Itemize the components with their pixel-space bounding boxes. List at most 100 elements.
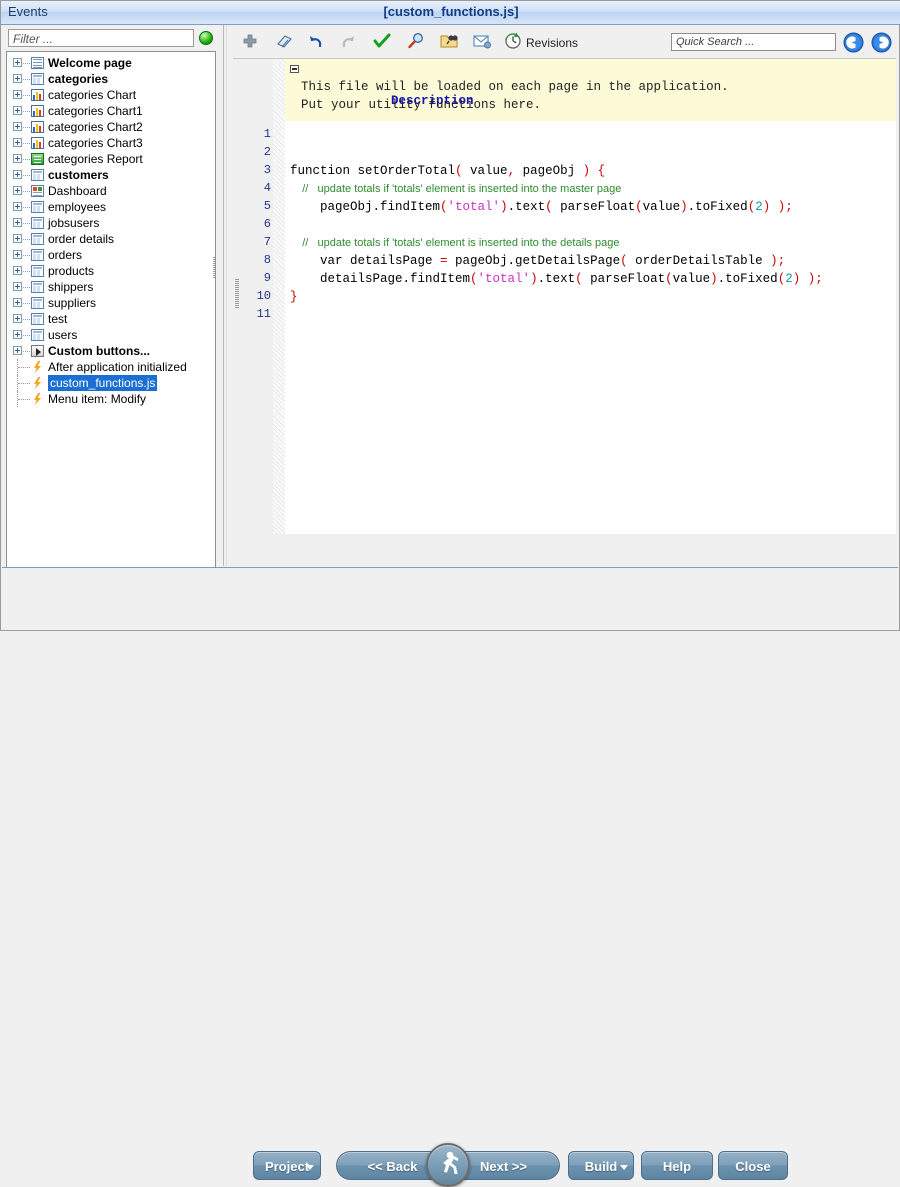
tree-item-categories-chart3[interactable]: categories Chart3 [7, 135, 215, 151]
line-number: 1 [233, 127, 271, 141]
code-area[interactable]: Description This file will be loaded on … [285, 59, 896, 534]
tree-item-label: Custom buttons... [48, 343, 150, 359]
code-token: .toFixed [718, 272, 778, 286]
tree-item-categories-chart[interactable]: categories Chart [7, 87, 215, 103]
revisions-label[interactable]: Revisions [526, 36, 578, 50]
check-icon[interactable] [372, 31, 394, 53]
code-editor[interactable]: 1234567891011 Description This file will… [233, 58, 896, 534]
back-button-label: << Back [368, 1159, 418, 1174]
tree-item-custom-functions-js[interactable]: custom_functions.js [7, 375, 215, 391]
expand-toggle-icon[interactable] [13, 170, 22, 179]
expand-toggle-icon[interactable] [13, 106, 22, 115]
build-chevron-down-icon[interactable] [620, 1165, 628, 1170]
expand-toggle-icon[interactable] [13, 330, 22, 339]
expand-toggle-icon[interactable] [13, 138, 22, 147]
tree-item-welcome-page[interactable]: Welcome page [7, 55, 215, 71]
events-tree[interactable]: Welcome pagecategoriescategories Chartca… [6, 51, 216, 569]
expand-toggle-icon[interactable] [13, 186, 22, 195]
runner-icon[interactable] [426, 1143, 470, 1187]
tree-item-menu-item-modify[interactable]: Menu item: Modify [7, 391, 215, 407]
tree-connector [23, 319, 30, 321]
tree-item-categories-report[interactable]: categories Report [7, 151, 215, 167]
expand-toggle-icon[interactable] [13, 314, 22, 323]
code-token: parseFloat [583, 272, 666, 286]
tree-connector [23, 63, 30, 65]
code-token: pageObj [515, 164, 583, 178]
expand-toggle-icon[interactable] [13, 282, 22, 291]
tree-item-label: categories Chart [48, 87, 136, 103]
clock-icon[interactable] [503, 31, 525, 53]
filter-input[interactable]: Filter ... [8, 29, 194, 47]
help-button[interactable]: Help [641, 1151, 713, 1180]
page-icon [31, 57, 44, 69]
tree-item-jobsusers[interactable]: jobsusers [7, 215, 215, 231]
tree-item-label: test [48, 311, 67, 327]
expand-toggle-icon[interactable] [13, 266, 22, 275]
expand-toggle-icon[interactable] [13, 74, 22, 83]
tree-item-custom-buttons[interactable]: Custom buttons... [7, 343, 215, 359]
tree-item-orders[interactable]: orders [7, 247, 215, 263]
mail-settings-icon[interactable] [472, 31, 494, 53]
fold-collapse-icon[interactable] [290, 65, 299, 73]
tree-item-categories-chart1[interactable]: categories Chart1 [7, 103, 215, 119]
tree-item-label: categories Report [48, 151, 143, 167]
code-token: ; [785, 200, 793, 214]
status-indicator-icon[interactable] [199, 31, 213, 45]
tree-item-categories[interactable]: categories [7, 71, 215, 87]
grid-icon [31, 201, 44, 213]
tree-vertical-grip[interactable] [212, 202, 216, 332]
expand-toggle-icon[interactable] [13, 154, 22, 163]
chevron-down-icon[interactable] [306, 1165, 314, 1170]
fold-column[interactable] [273, 59, 285, 534]
folder-search-icon[interactable] [439, 31, 461, 53]
code-token: ) [500, 200, 508, 214]
tree-item-employees[interactable]: employees [7, 199, 215, 215]
eraser-icon[interactable] [274, 31, 296, 53]
expand-toggle-icon[interactable] [13, 234, 22, 243]
expand-toggle-icon[interactable] [13, 58, 22, 67]
tree-item-users[interactable]: users [7, 327, 215, 343]
quick-search-input[interactable]: Quick Search ... [671, 33, 836, 51]
build-button[interactable]: Build [568, 1151, 634, 1180]
code-token: 2 [755, 200, 763, 214]
arrow-left-circle-icon[interactable] [843, 32, 864, 53]
tree-item-after-application-initialized[interactable]: After application initialized [7, 359, 215, 375]
undo-icon[interactable] [306, 31, 328, 53]
tree-item-customers[interactable]: customers [7, 167, 215, 183]
tree-connector [23, 111, 30, 113]
tree-item-label: After application initialized [48, 359, 187, 375]
pane-splitter[interactable] [220, 25, 228, 566]
expand-toggle-icon[interactable] [13, 250, 22, 259]
magnifier-icon[interactable] [406, 31, 428, 53]
close-button[interactable]: Close [718, 1151, 788, 1180]
help-button-label: Help [663, 1159, 691, 1174]
tree-connector [23, 223, 30, 225]
expand-toggle-icon[interactable] [13, 90, 22, 99]
expand-toggle-icon[interactable] [13, 122, 22, 131]
tree-connector [23, 335, 30, 337]
expand-toggle-icon[interactable] [13, 298, 22, 307]
add-icon[interactable] [240, 31, 262, 53]
code-token: parseFloat [553, 200, 636, 214]
tree-item-products[interactable]: products [7, 263, 215, 279]
tree-item-label: custom_functions.js [48, 375, 157, 391]
tree-item-categories-chart2[interactable]: categories Chart2 [7, 119, 215, 135]
redo-icon[interactable] [338, 31, 360, 53]
code-line-8: var detailsPage = pageObj.getDetailsPage… [290, 253, 785, 269]
tree-item-suppliers[interactable]: suppliers [7, 295, 215, 311]
code-token: pageObj.findItem [290, 200, 440, 214]
tree-item-shippers[interactable]: shippers [7, 279, 215, 295]
arrow-right-circle-icon[interactable] [871, 32, 892, 53]
expand-toggle-icon[interactable] [13, 202, 22, 211]
code-line-3: function setOrderTotal( value, pageObj )… [290, 163, 605, 179]
code-token [590, 164, 598, 178]
tree-item-dashboard[interactable]: Dashboard [7, 183, 215, 199]
code-token: ( [440, 200, 448, 214]
tree-item-order-details[interactable]: order details [7, 231, 215, 247]
code-token: orderDetailsTable [628, 254, 771, 268]
tree-item-test[interactable]: test [7, 311, 215, 327]
description-header[interactable]: Description [301, 61, 474, 77]
expand-toggle-icon[interactable] [13, 218, 22, 227]
project-button[interactable]: Project [253, 1151, 321, 1180]
expand-toggle-icon[interactable] [13, 346, 22, 355]
